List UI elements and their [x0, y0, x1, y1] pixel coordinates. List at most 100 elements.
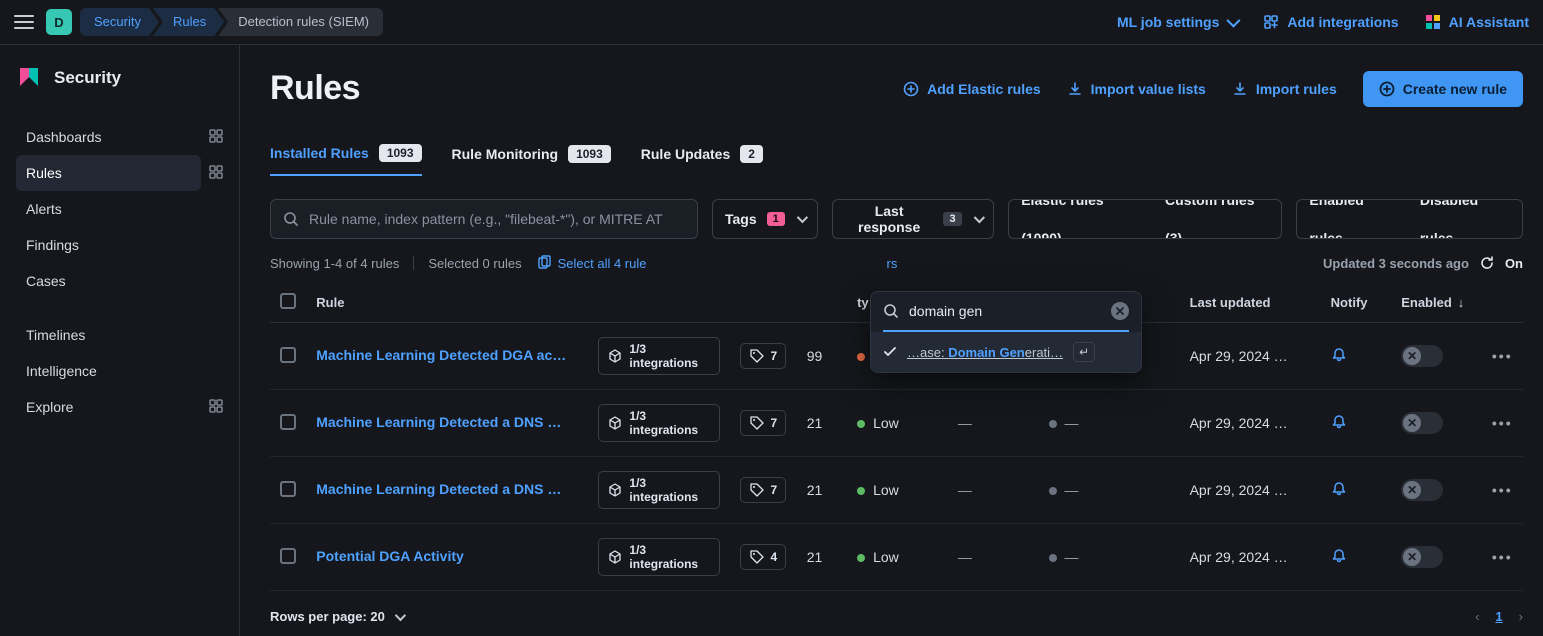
tags-badge[interactable]: 7 [740, 343, 787, 369]
page-number[interactable]: 1 [1495, 609, 1502, 624]
package-icon [607, 482, 623, 498]
custom-rules-toggle[interactable]: Custom rules (3) [1153, 199, 1281, 239]
sidebar-item-cases[interactable]: Cases [16, 263, 223, 299]
space-badge[interactable]: D [46, 9, 72, 35]
notify-button[interactable] [1331, 484, 1347, 500]
tags-cell: 4 [730, 524, 797, 591]
row-checkbox[interactable] [280, 347, 296, 363]
table-footer: Rows per page: 20 ‹ 1 › [270, 609, 1523, 624]
sidebar: Security DashboardsRulesAlertsFindingsCa… [0, 45, 240, 636]
integrations-badge[interactable]: 1/3 integrations [598, 337, 719, 375]
row-checkbox[interactable] [280, 414, 296, 430]
integrations-badge[interactable]: 1/3 integrations [598, 404, 719, 442]
menu-icon[interactable] [14, 12, 34, 32]
integrations-badge[interactable]: 1/3 integrations [598, 538, 719, 576]
tags-badge[interactable]: 7 [740, 477, 787, 503]
last-response-filter-button[interactable]: Last response 3 [832, 199, 994, 239]
enabled-rules-toggle[interactable]: Enabled rules [1297, 199, 1407, 239]
row-actions-button[interactable]: ••• [1492, 415, 1513, 431]
sidebar-item-timelines[interactable]: Timelines [16, 317, 223, 353]
clear-input-icon[interactable] [1111, 302, 1129, 320]
column-header[interactable]: Enabled↓ [1391, 283, 1482, 323]
column-header[interactable] [730, 283, 797, 323]
row-checkbox[interactable] [280, 548, 296, 564]
disabled-rules-toggle[interactable]: Disabled rules [1408, 199, 1522, 239]
tab-badge: 1093 [568, 145, 611, 163]
column-header[interactable]: Rule [306, 283, 588, 323]
column-header[interactable]: Notify [1321, 283, 1392, 323]
bell-icon [1331, 548, 1347, 564]
sidebar-item-findings[interactable]: Findings [16, 227, 223, 263]
notify-cell [1321, 323, 1392, 390]
grid-icon[interactable] [209, 165, 223, 182]
prev-page-button[interactable]: ‹ [1475, 609, 1479, 624]
severity-cell: Low [847, 457, 948, 524]
elastic-rules-toggle[interactable]: Elastic rules (1090) [1009, 199, 1153, 239]
rows-per-page-select[interactable]: Rows per page: 20 [270, 609, 403, 624]
tags-cell: 7 [730, 457, 797, 524]
tags-popover-input[interactable] [909, 303, 1101, 319]
last-updated-value: Apr 29, 2024 … [1190, 549, 1288, 565]
score-cell: 21 [797, 457, 847, 524]
rule-name-link[interactable]: Machine Learning Detected a DNS … [316, 414, 561, 430]
create-new-rule-button[interactable]: Create new rule [1363, 71, 1523, 107]
tags-badge[interactable]: 7 [740, 410, 787, 436]
top-bar: D Security Rules Detection rules (SIEM) … [0, 0, 1543, 45]
notify-button[interactable] [1331, 350, 1347, 366]
breadcrumb-security[interactable]: Security [80, 8, 159, 36]
enabled-toggle[interactable]: ✕ [1401, 412, 1443, 434]
ai-assistant-link[interactable]: AI Assistant [1425, 14, 1529, 30]
grid-icon[interactable] [209, 129, 223, 146]
row-actions-button[interactable]: ••• [1492, 348, 1513, 364]
grid-icon[interactable] [209, 399, 223, 416]
integrations-badge[interactable]: 1/3 integrations [598, 471, 719, 509]
row-checkbox[interactable] [280, 481, 296, 497]
notify-button[interactable] [1331, 551, 1347, 567]
rules-search-input[interactable] [309, 211, 685, 227]
sidebar-item-dashboards[interactable]: Dashboards [16, 119, 201, 155]
row-actions-button[interactable]: ••• [1492, 482, 1513, 498]
sidebar-item-intelligence[interactable]: Intelligence [16, 353, 223, 389]
tags-badge[interactable]: 4 [740, 544, 787, 570]
rule-name-link[interactable]: Machine Learning Detected a DNS … [316, 481, 561, 497]
import-icon [1067, 81, 1083, 97]
enabled-toggle[interactable]: ✕ [1401, 479, 1443, 501]
add-elastic-rules-link[interactable]: Add Elastic rules [903, 81, 1041, 97]
import-rules-link[interactable]: Import rules [1232, 81, 1337, 97]
rule-name-link[interactable]: Potential DGA Activity [316, 548, 464, 564]
ml-job-settings-link[interactable]: ML job settings [1117, 14, 1237, 30]
auto-refresh-toggle[interactable]: On [1505, 256, 1523, 271]
column-header[interactable] [797, 283, 847, 323]
sidebar-item-alerts[interactable]: Alerts [16, 191, 223, 227]
tab-rule-updates[interactable]: Rule Updates2 [641, 144, 763, 176]
tab-rule-monitoring[interactable]: Rule Monitoring1093 [452, 144, 611, 176]
notify-button[interactable] [1331, 417, 1347, 433]
column-header [270, 283, 306, 323]
import-value-lists-link[interactable]: Import value lists [1067, 81, 1206, 97]
rule-cell: Machine Learning Detected a DNS … [306, 457, 588, 524]
column-header[interactable] [588, 283, 729, 323]
enabled-toggle[interactable]: ✕ [1401, 546, 1443, 568]
tags-popover-result[interactable]: …ase: Domain Generati… ↵ [871, 332, 1141, 372]
toggle-thumb-icon: ✕ [1403, 347, 1421, 365]
rules-search-box[interactable] [270, 199, 698, 239]
select-all-link[interactable]: Select all 4 rule [558, 256, 647, 271]
tab-label: Installed Rules [270, 145, 369, 161]
row-actions-button[interactable]: ••• [1492, 549, 1513, 565]
refresh-icon[interactable] [1479, 255, 1495, 271]
ai-assistant-icon [1425, 14, 1441, 30]
sidebar-item-rules[interactable]: Rules [16, 155, 201, 191]
sidebar-item-explore[interactable]: Explore [16, 389, 201, 425]
tab-installed-rules[interactable]: Installed Rules1093 [270, 144, 422, 176]
enabled-toggle[interactable]: ✕ [1401, 345, 1443, 367]
next-page-button[interactable]: › [1519, 609, 1523, 624]
clear-filters-link-part[interactable]: rs [886, 256, 897, 271]
column-header[interactable] [1482, 283, 1523, 323]
select-all-checkbox[interactable] [280, 293, 296, 309]
tags-filter-button[interactable]: Tags 1 [712, 199, 818, 239]
add-integrations-link[interactable]: Add integrations [1263, 14, 1398, 30]
sidebar-title: Security [54, 68, 121, 88]
rule-name-link[interactable]: Machine Learning Detected DGA ac… [316, 347, 566, 363]
column-header[interactable]: Last updated [1180, 283, 1321, 323]
breadcrumb-rules[interactable]: Rules [153, 8, 224, 36]
